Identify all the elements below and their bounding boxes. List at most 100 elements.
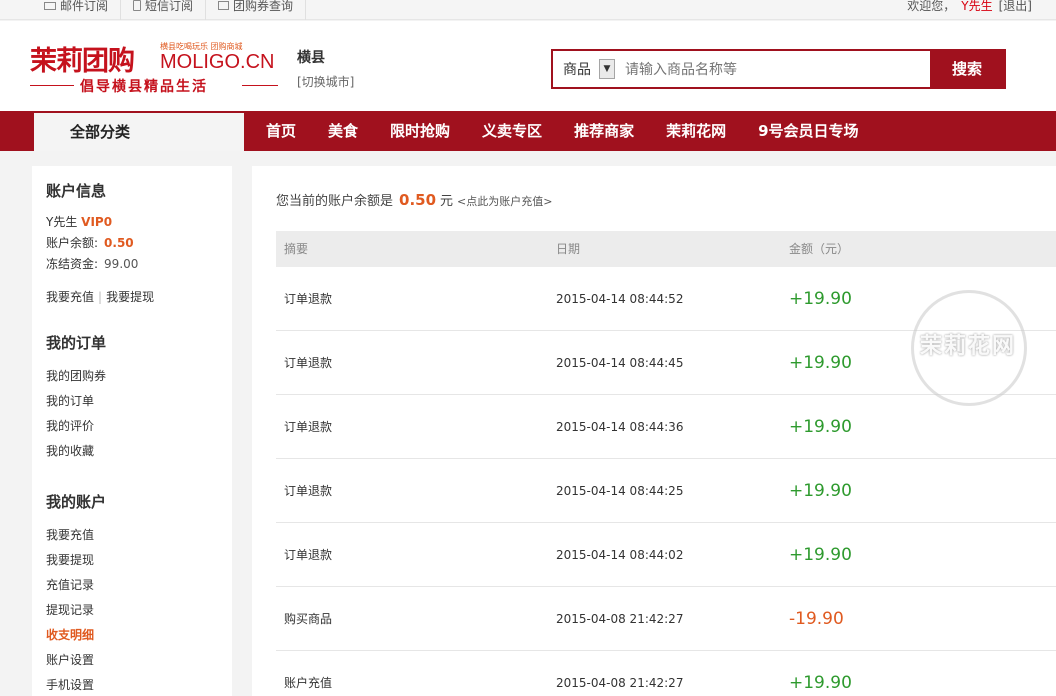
row-amount: +19.90 — [789, 481, 852, 501]
row-date: 2015-04-14 08:44:25 — [556, 484, 684, 498]
sidebar-user-name: Y先生 — [46, 215, 78, 229]
vip-badge: VIP0 — [81, 215, 113, 229]
table-row: 订单退款 2015-04-14 08:44:25 +19.90 — [276, 459, 1056, 523]
table-row: 账户充值 2015-04-08 21:42:27 +19.90 — [276, 651, 1056, 696]
chevron-down-icon[interactable]: ▼ — [599, 59, 615, 79]
row-date: 2015-04-14 08:44:36 — [556, 420, 684, 434]
sms-subscribe-link[interactable]: 短信订阅 — [121, 0, 207, 20]
sidebar-item-account-settings[interactable]: 账户设置 — [32, 648, 232, 673]
row-amount: +19.90 — [789, 289, 852, 309]
account-info-block: Y先生 VIP0 账户余额: 0.50 冻结资金: 99.00 — [32, 212, 138, 275]
sidebar: 账户信息 Y先生 VIP0 账户余额: 0.50 冻结资金: 99.00 我要充值 |… — [32, 166, 232, 696]
row-summary: 订单退款 — [284, 548, 333, 562]
row-amount: +19.90 — [789, 353, 852, 373]
divider: | — [98, 290, 103, 304]
nav-item-member-day[interactable]: 9号会员日专场 — [742, 111, 874, 151]
sms-subscribe-label: 短信订阅 — [145, 0, 194, 13]
quick-links: 我要充值 | 我要提现 — [32, 288, 154, 305]
coupon-query-label: 团购券查询 — [233, 0, 294, 13]
nav-item-jasmine-net[interactable]: 茉莉花网 — [650, 111, 742, 151]
search-button[interactable]: 搜索 — [930, 51, 1004, 87]
frozen-value: 99.00 — [104, 257, 139, 271]
row-summary: 订单退款 — [284, 356, 333, 370]
logo-slogan: 倡导横县精品生活 — [80, 79, 208, 95]
search-bar: 商品 ▼ 搜索 — [551, 49, 1006, 89]
sidebar-item-recharge[interactable]: 我要充值 — [32, 523, 232, 548]
search-input[interactable] — [625, 59, 925, 81]
sidebar-item-phone-settings[interactable]: 手机设置 — [32, 673, 232, 696]
welcome-text: 欢迎您， — [907, 0, 956, 13]
account-info-title: 账户信息 — [46, 182, 107, 200]
quick-withdraw-link[interactable]: 我要提现 — [106, 290, 154, 304]
sidebar-item-transactions[interactable]: 收支明细 — [32, 623, 232, 648]
row-summary: 订单退款 — [284, 484, 333, 498]
table-row: 订单退款 2015-04-14 08:44:36 +19.90 — [276, 395, 1056, 459]
top-bar: 邮件订阅 短信订阅 团购券查询 欢迎您， Y先生 [退出] — [0, 0, 1056, 20]
recharge-link[interactable]: <点此为账户充值> — [457, 195, 552, 208]
sidebar-item-coupons[interactable]: 我的团购券 — [32, 364, 232, 389]
row-date: 2015-04-14 08:44:52 — [556, 292, 684, 306]
sidebar-item-favorites[interactable]: 我的收藏 — [32, 439, 232, 464]
balance-summary: 您当前的账户余额是 0.50 元 <点此为账户充值> — [276, 190, 552, 209]
logo-rule-left — [30, 85, 74, 86]
row-date: 2015-04-14 08:44:02 — [556, 548, 684, 562]
user-area: 欢迎您， Y先生 [退出] — [907, 0, 1032, 12]
nav-item-food[interactable]: 美食 — [312, 111, 374, 151]
balance-label: 账户余额: — [46, 236, 99, 250]
email-subscribe-link[interactable]: 邮件订阅 — [32, 0, 122, 20]
top-links: 邮件订阅 短信订阅 团购券查询 — [32, 0, 307, 20]
site-logo[interactable]: 茉莉团购 横县吃喝玩乐 团购商城 MOLIGO.CN 倡导横县精品生活 — [30, 39, 280, 95]
nav-item-flash-sale[interactable]: 限时抢购 — [374, 111, 466, 151]
frozen-label: 冻结资金: — [46, 257, 99, 271]
sidebar-item-withdraw-records[interactable]: 提现记录 — [32, 598, 232, 623]
column-summary: 摘要 — [284, 242, 309, 256]
row-summary: 购买商品 — [284, 612, 333, 626]
my-orders-title: 我的订单 — [46, 334, 107, 352]
nav-items: 首页 美食 限时抢购 义卖专区 推荐商家 茉莉花网 9号会员日专场 — [250, 111, 875, 151]
row-date: 2015-04-08 21:42:27 — [556, 612, 684, 626]
sidebar-item-withdraw[interactable]: 我要提现 — [32, 548, 232, 573]
ticket-icon — [218, 1, 230, 10]
balance-prefix: 您当前的账户余额是 — [276, 194, 394, 209]
sidebar-item-recharge-records[interactable]: 充值记录 — [32, 573, 232, 598]
row-summary: 订单退款 — [284, 292, 333, 306]
city-selector: 横县 [切换城市] — [297, 47, 354, 90]
table-header: 摘要 日期 金额（元） — [276, 231, 1056, 267]
quick-recharge-link[interactable]: 我要充值 — [46, 290, 94, 304]
current-city: 横县 — [297, 50, 325, 66]
account-menu: 我要充值 我要提现 充值记录 提现记录 收支明细 账户设置 手机设置 — [32, 523, 232, 696]
row-summary: 账户充值 — [284, 676, 333, 690]
main-content: 您当前的账户余额是 0.50 元 <点此为账户充值> 摘要 日期 金额（元） 订单退款… — [252, 166, 1056, 696]
nav-item-home[interactable]: 首页 — [250, 111, 312, 151]
row-summary: 订单退款 — [284, 420, 333, 434]
user-line: Y先生 VIP0 — [46, 212, 138, 233]
orders-menu: 我的团购券 我的订单 我的评价 我的收藏 — [32, 364, 232, 464]
nav-item-charity[interactable]: 义卖专区 — [466, 111, 558, 151]
nav-item-recommended[interactable]: 推荐商家 — [558, 111, 650, 151]
row-amount: +19.90 — [789, 673, 852, 693]
logout-link[interactable]: [退出] — [999, 0, 1032, 12]
mail-icon — [44, 2, 56, 10]
sidebar-item-orders[interactable]: 我的订单 — [32, 389, 232, 414]
frozen-line: 冻结资金: 99.00 — [46, 254, 138, 275]
column-date: 日期 — [556, 242, 581, 256]
table-row: 订单退款 2015-04-14 08:44:02 +19.90 — [276, 523, 1056, 587]
user-name-link[interactable]: Y先生 — [961, 0, 992, 12]
all-categories-button[interactable]: 全部分类 — [34, 113, 244, 151]
balance-value: 0.50 — [104, 236, 134, 250]
balance-line: 账户余额: 0.50 — [46, 233, 138, 254]
row-amount: -19.90 — [789, 609, 844, 629]
table-body: 订单退款 2015-04-14 08:44:52 +19.90 订单退款 2015-04… — [276, 267, 1056, 696]
row-amount: +19.90 — [789, 417, 852, 437]
logo-rule-right — [242, 85, 278, 86]
logo-chinese: 茉莉团购 — [30, 46, 135, 77]
sidebar-item-reviews[interactable]: 我的评价 — [32, 414, 232, 439]
switch-city-link[interactable]: [切换城市] — [297, 73, 354, 90]
main-nav: 全部分类 首页 美食 限时抢购 义卖专区 推荐商家 茉莉花网 9号会员日专场 — [0, 111, 1056, 151]
coupon-query-link[interactable]: 团购券查询 — [206, 0, 307, 20]
logo-english: MOLIGO.CN — [160, 51, 275, 73]
transactions-table: 摘要 日期 金额（元） 订单退款 2015-04-14 08:44:52 +19.9… — [276, 231, 1056, 696]
email-subscribe-label: 邮件订阅 — [60, 0, 109, 13]
balance-unit: 元 — [440, 194, 454, 209]
table-row: 订单退款 2015-04-14 08:44:52 +19.90 — [276, 267, 1056, 331]
